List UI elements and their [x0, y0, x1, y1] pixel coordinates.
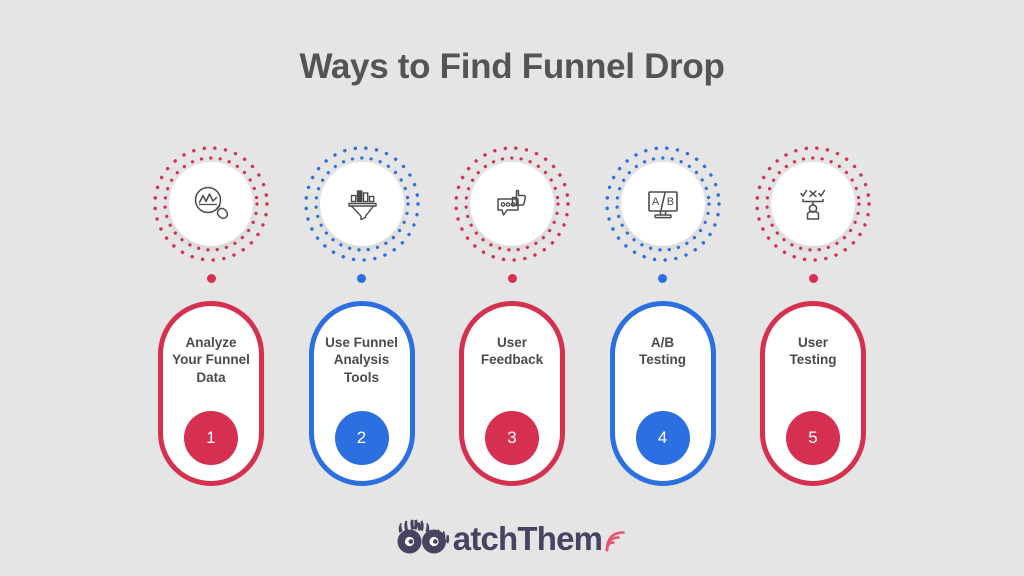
- step-column-2: Use Funnel Analysis Tools 2: [303, 145, 421, 486]
- step-card-label-2: Use Funnel Analysis Tools: [325, 335, 398, 385]
- connector-dot-3: [507, 274, 517, 283]
- step-card-3[interactable]: User Feedback 3: [459, 301, 565, 486]
- step-card-number-3: 3: [485, 411, 539, 465]
- connector-dot-5: [808, 274, 818, 283]
- step-card-number-1: 1: [184, 411, 238, 465]
- step-column-3: User Feedback 3: [453, 145, 571, 486]
- svg-text:A: A: [651, 196, 659, 208]
- svg-text:B: B: [666, 196, 673, 208]
- icon-disc-4: A B: [620, 162, 705, 246]
- step-card-label-4: A/B Testing: [639, 335, 686, 368]
- icon-disc-1: [169, 162, 253, 246]
- connector-dot-4: [658, 274, 667, 283]
- step-column-5: User Testing 5: [754, 145, 872, 486]
- connector-dot-2: [357, 274, 366, 283]
- icon-disc-5: [771, 162, 855, 246]
- step-card-number-5: 5: [786, 411, 840, 465]
- step-card-1[interactable]: Analyze Your Funnel Data 1: [158, 301, 264, 486]
- infographic-page: Ways to Find Funnel Drop Analyze Your Fu…: [0, 0, 1024, 576]
- signal-waves-icon: [605, 531, 626, 552]
- brand-logo[interactable]: atchThem: [0, 519, 1024, 557]
- user-test-checkmarks-icon: [800, 189, 826, 220]
- magnifier-chart-icon: [194, 186, 229, 220]
- step-card-number-2: 2: [334, 411, 389, 465]
- icon-badge-5: [754, 145, 872, 263]
- step-column-1: Analyze Your Funnel Data 1: [152, 145, 270, 486]
- speech-bubble-thumbs-up-icon: [497, 189, 527, 216]
- step-card-number-4: 4: [635, 411, 690, 465]
- step-card-4[interactable]: A/B Testing 4: [609, 301, 716, 486]
- icon-badge-3: [453, 145, 571, 263]
- icon-disc-3: [470, 162, 554, 246]
- step-card-5[interactable]: User Testing 5: [760, 301, 866, 486]
- icon-badge-1: [152, 145, 270, 263]
- funnel-bar-chart-icon: [347, 190, 377, 221]
- icon-badge-2: [303, 145, 421, 263]
- step-card-label-5: User Testing: [789, 335, 837, 368]
- icon-badge-4: A B: [604, 145, 722, 263]
- step-card-label-3: User Feedback: [480, 335, 544, 368]
- connector-dot-1: [206, 274, 216, 283]
- logo-wordmark: atchThem: [452, 519, 603, 557]
- step-column-4: A B A/B Testing 4: [604, 145, 722, 486]
- step-card-label-1: Analyze Your Funnel Data: [172, 335, 250, 385]
- ab-test-monitor-icon: A B: [647, 191, 678, 219]
- step-card-2[interactable]: Use Funnel Analysis Tools 2: [308, 301, 415, 486]
- owl-eyes-icon: [397, 519, 449, 554]
- steps-row: Analyze Your Funnel Data 1 Use Funnel An…: [152, 145, 872, 486]
- page-title: Ways to Find Funnel Drop: [299, 47, 725, 86]
- icon-disc-2: [319, 162, 404, 246]
